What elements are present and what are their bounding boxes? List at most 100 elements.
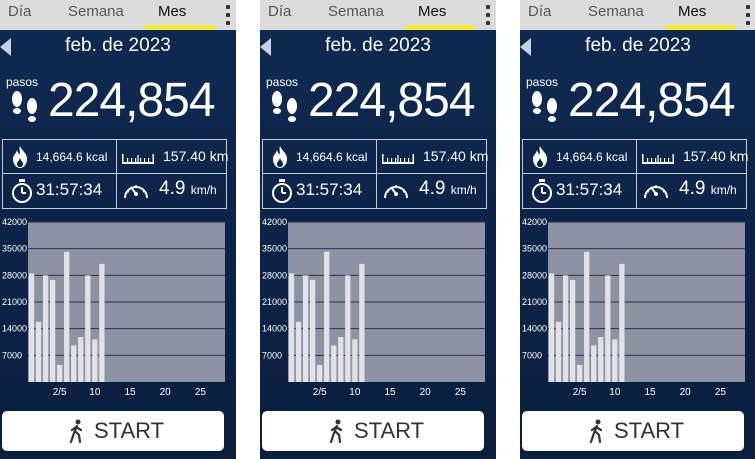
distance-value: 157.40 km [683,148,749,164]
foot-steps-icon [532,91,557,122]
steps-count: 224,854 [48,74,216,127]
chart-bar [324,251,330,382]
chart-bar [302,275,309,382]
stats-panel: 14,664.6 kcal 157.40 km 31:57:34 4.9 km/… [2,139,229,209]
y-tick-label: 28000 [522,270,547,280]
tab-month[interactable]: Mes [158,3,186,20]
tab-month[interactable]: Mes [418,3,446,20]
tab-bar: Día Semana Mes [260,0,496,30]
stopwatch-icon [272,179,292,203]
speed-unit: km/h [450,183,477,197]
app-screen: Día Semana Mes feb. de 2023 pasos 224,85… [260,0,496,459]
x-tick-label: 15 [124,387,136,398]
period-title: feb. de 2023 [65,35,171,56]
chart-bar [317,364,323,382]
ruler-icon [382,154,414,164]
chart-svg: 7000 14000 21000 28000 35000 42000 2/5 10 15 20 25 [262,217,485,398]
y-tick-label: 35000 [522,244,547,254]
y-tick-label: 7000 [522,350,542,360]
foot-steps-icon [12,91,37,122]
date-navigator: feb. de 2023 [260,30,496,62]
x-tick-label: 20 [680,387,692,398]
chart-svg: 7000 14000 21000 28000 35000 42000 2/5 10 15 20 25 [522,217,745,398]
more-vert-icon[interactable] [485,5,491,25]
start-button[interactable]: START [522,411,744,451]
y-tick-label: 28000 [262,270,287,280]
tab-day[interactable]: Día [8,3,31,20]
x-tick-label: 10 [609,387,621,398]
more-vert-icon[interactable] [745,5,751,25]
stats-panel: 14,664.6 kcal 157.40 km 31:57:34 4.9 km/… [262,139,489,209]
chart-bar [57,364,63,382]
start-label: START [354,418,425,443]
chart-bar [598,337,604,382]
chart-bar [548,273,555,382]
time-value: 31:57:34 [36,180,103,199]
chart-bar [562,275,569,382]
speedometer-icon [124,185,148,199]
chart-bar [71,345,77,382]
y-tick-label: 21000 [2,297,27,307]
y-tick-label: 21000 [522,297,547,307]
chart-bar [352,339,358,382]
chart-bar [345,275,351,382]
stopwatch-icon [12,179,32,203]
y-tick-label: 14000 [522,324,547,334]
tab-day[interactable]: Día [528,3,551,20]
tab-week[interactable]: Semana [68,3,124,20]
app-screen: Día Semana Mes feb. de 2023 pasos 224,85… [0,0,236,459]
x-tick-label: 25 [455,387,467,398]
steps-label: pasos [266,75,299,89]
steps-label: pasos [526,75,559,89]
period-title: feb. de 2023 [325,35,431,56]
y-tick-label: 42000 [2,217,27,227]
ruler-icon [122,154,154,164]
speedometer-icon [384,185,408,199]
more-vert-icon[interactable] [225,5,231,25]
x-tick-label: 15 [644,387,656,398]
chart-bar [338,337,344,382]
start-label: START [94,418,165,443]
y-tick-label: 7000 [2,350,22,360]
x-tick-label: 10 [89,387,101,398]
x-tick-label: 2/5 [313,387,327,398]
chart-bar [78,337,84,382]
ruler-icon [642,154,674,164]
chart-bar [35,321,42,382]
chart-bar [92,339,98,382]
chart-bar [359,263,365,382]
chart-bar [569,279,576,382]
tab-bar: Día Semana Mes [0,0,236,30]
tab-week[interactable]: Semana [588,3,644,20]
distance-value: 157.40 km [423,148,489,164]
calories-value: 14,664.6 kcal [36,150,108,164]
y-tick-label: 14000 [262,324,287,334]
flame-icon [273,146,287,168]
start-button[interactable]: START [2,411,224,451]
steps-count: 224,854 [308,74,476,127]
chart-bar [288,273,295,382]
tab-week[interactable]: Semana [328,3,384,20]
speedometer-icon [644,185,668,199]
speed-value: 4.9 [679,178,706,199]
chart-bar [64,251,70,382]
chart-bar [99,263,105,382]
chart-bar [309,279,316,382]
distance-value: 157.40 km [163,148,229,164]
period-title: feb. de 2023 [585,35,691,56]
start-button[interactable]: START [262,411,484,451]
y-tick-label: 21000 [262,297,287,307]
tab-month[interactable]: Mes [678,3,706,20]
steps-label: pasos [6,75,39,89]
x-tick-label: 20 [420,387,432,398]
y-tick-label: 42000 [262,217,287,227]
tab-day[interactable]: Día [268,3,291,20]
chart-bar [619,263,625,382]
speed-value: 4.9 [159,178,186,199]
chart-bar [28,273,35,382]
speed-readout: 4.9 km/h [419,178,477,200]
x-tick-label: 25 [715,387,727,398]
time-value: 31:57:34 [556,180,623,199]
chart-bar [295,321,302,382]
speed-unit: km/h [710,183,737,197]
